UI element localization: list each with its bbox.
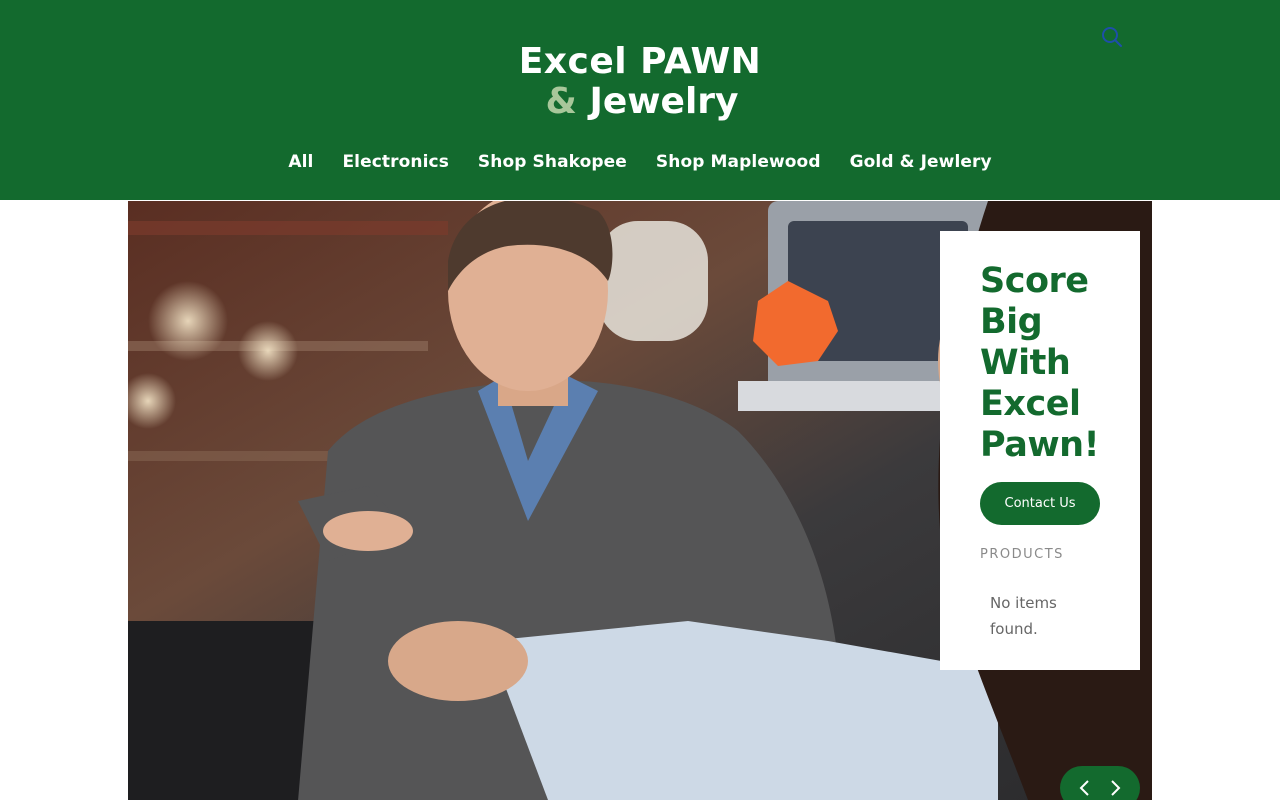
logo-ampersand: & [545, 81, 577, 122]
products-empty-text: No items found. [990, 594, 1057, 638]
site-header: Excel PAWN & Jewelry All Electronics Sho… [0, 0, 1280, 200]
contact-us-button[interactable]: Contact Us [980, 482, 1100, 525]
chevron-left-icon[interactable] [1078, 779, 1092, 797]
main-nav: All Electronics Shop Shakopee Shop Maple… [0, 152, 1280, 172]
nav-item-gold-jewlery[interactable]: Gold & Jewlery [850, 152, 992, 172]
search-icon[interactable] [1100, 25, 1124, 49]
chevron-right-icon[interactable] [1108, 779, 1122, 797]
nav-item-shop-maplewood[interactable]: Shop Maplewood [656, 152, 821, 172]
logo-jewelry: Jewelry [589, 81, 739, 122]
carousel-controls [1060, 766, 1140, 800]
nav-item-shop-shakopee[interactable]: Shop Shakopee [478, 152, 627, 172]
site-logo[interactable]: Excel PAWN & Jewelry [0, 44, 1280, 120]
logo-line1: Excel PAWN [518, 41, 762, 82]
nav-item-electronics[interactable]: Electronics [342, 152, 448, 172]
hero-card: Score Big With Excel Pawn! Contact Us PR… [940, 231, 1140, 670]
logo-line2: & Jewelry [0, 84, 1280, 120]
products-label: PRODUCTS [980, 547, 1064, 562]
hero-title: Score Big With Excel Pawn! [980, 261, 1100, 465]
nav-item-all[interactable]: All [288, 152, 313, 172]
